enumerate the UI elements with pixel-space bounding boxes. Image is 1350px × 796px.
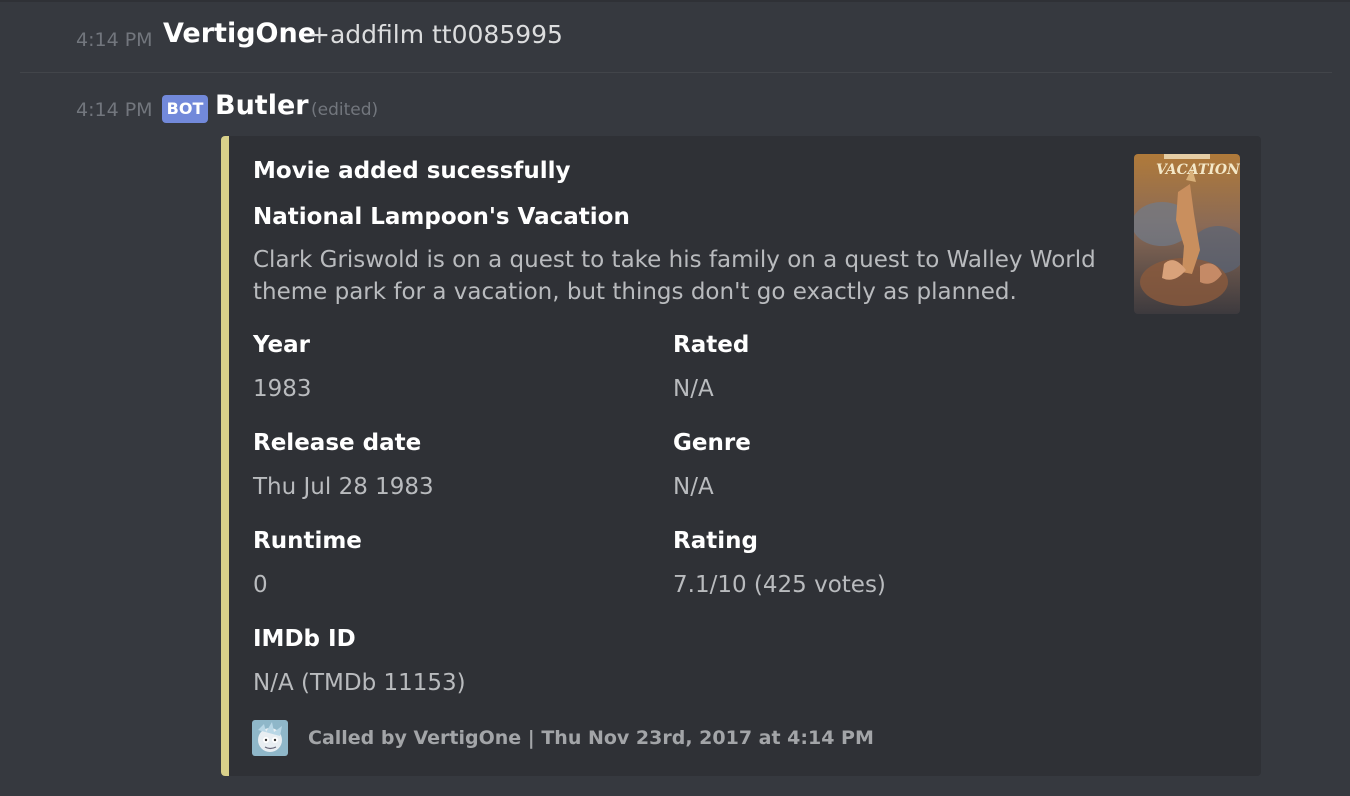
field-value-genre: N/A	[673, 474, 714, 500]
field-name-rated: Rated	[673, 332, 750, 358]
message-divider	[20, 72, 1332, 73]
message-content: +addfilm tt0085995	[309, 20, 563, 49]
message-timestamp: 4:14 PM	[76, 29, 153, 51]
field-name-imdb-id: IMDb ID	[253, 626, 356, 652]
field-value-runtime: 0	[253, 572, 268, 598]
field-value-release-date: Thu Jul 28 1983	[253, 474, 434, 500]
message-author[interactable]: VertigOne	[163, 18, 316, 49]
embed-description: Clark Griswold is on a quest to take his…	[253, 247, 1096, 305]
message-user-command: 4:14 PM VertigOne +addfilm tt0085995	[0, 14, 1350, 60]
movie-embed: Movie added sucessfully National Lampoon…	[221, 136, 1261, 776]
edited-label: (edited)	[311, 100, 379, 120]
embed-movie-title: National Lampoon's Vacation	[253, 204, 630, 230]
message-author[interactable]: Butler	[215, 90, 309, 121]
footer-avatar	[252, 720, 288, 756]
field-name-genre: Genre	[673, 430, 751, 456]
field-name-runtime: Runtime	[253, 528, 362, 554]
avatar-icon	[252, 720, 288, 756]
top-divider	[0, 0, 1350, 2]
bot-badge: BOT	[162, 95, 208, 123]
poster-title-text: VACATION	[1156, 162, 1240, 178]
field-value-rated: N/A	[673, 376, 714, 402]
field-value-year: 1983	[253, 376, 312, 402]
movie-poster-image	[1134, 154, 1240, 314]
embed-footer-text: Called by VertigOne | Thu Nov 23rd, 2017…	[308, 727, 874, 749]
movie-poster-thumbnail[interactable]: VACATION	[1134, 154, 1240, 314]
embed-title: Movie added sucessfully	[253, 158, 571, 184]
embed-accent-bar	[221, 136, 229, 776]
field-value-rating: 7.1/10 (425 votes)	[673, 572, 886, 598]
field-name-release-date: Release date	[253, 430, 422, 456]
message-timestamp: 4:14 PM	[76, 99, 153, 121]
field-value-imdb-id: N/A (TMDb 11153)	[253, 670, 466, 696]
chat-view: 4:14 PM VertigOne +addfilm tt0085995 4:1…	[0, 0, 1350, 796]
field-name-year: Year	[253, 332, 311, 358]
field-name-rating: Rating	[673, 528, 758, 554]
